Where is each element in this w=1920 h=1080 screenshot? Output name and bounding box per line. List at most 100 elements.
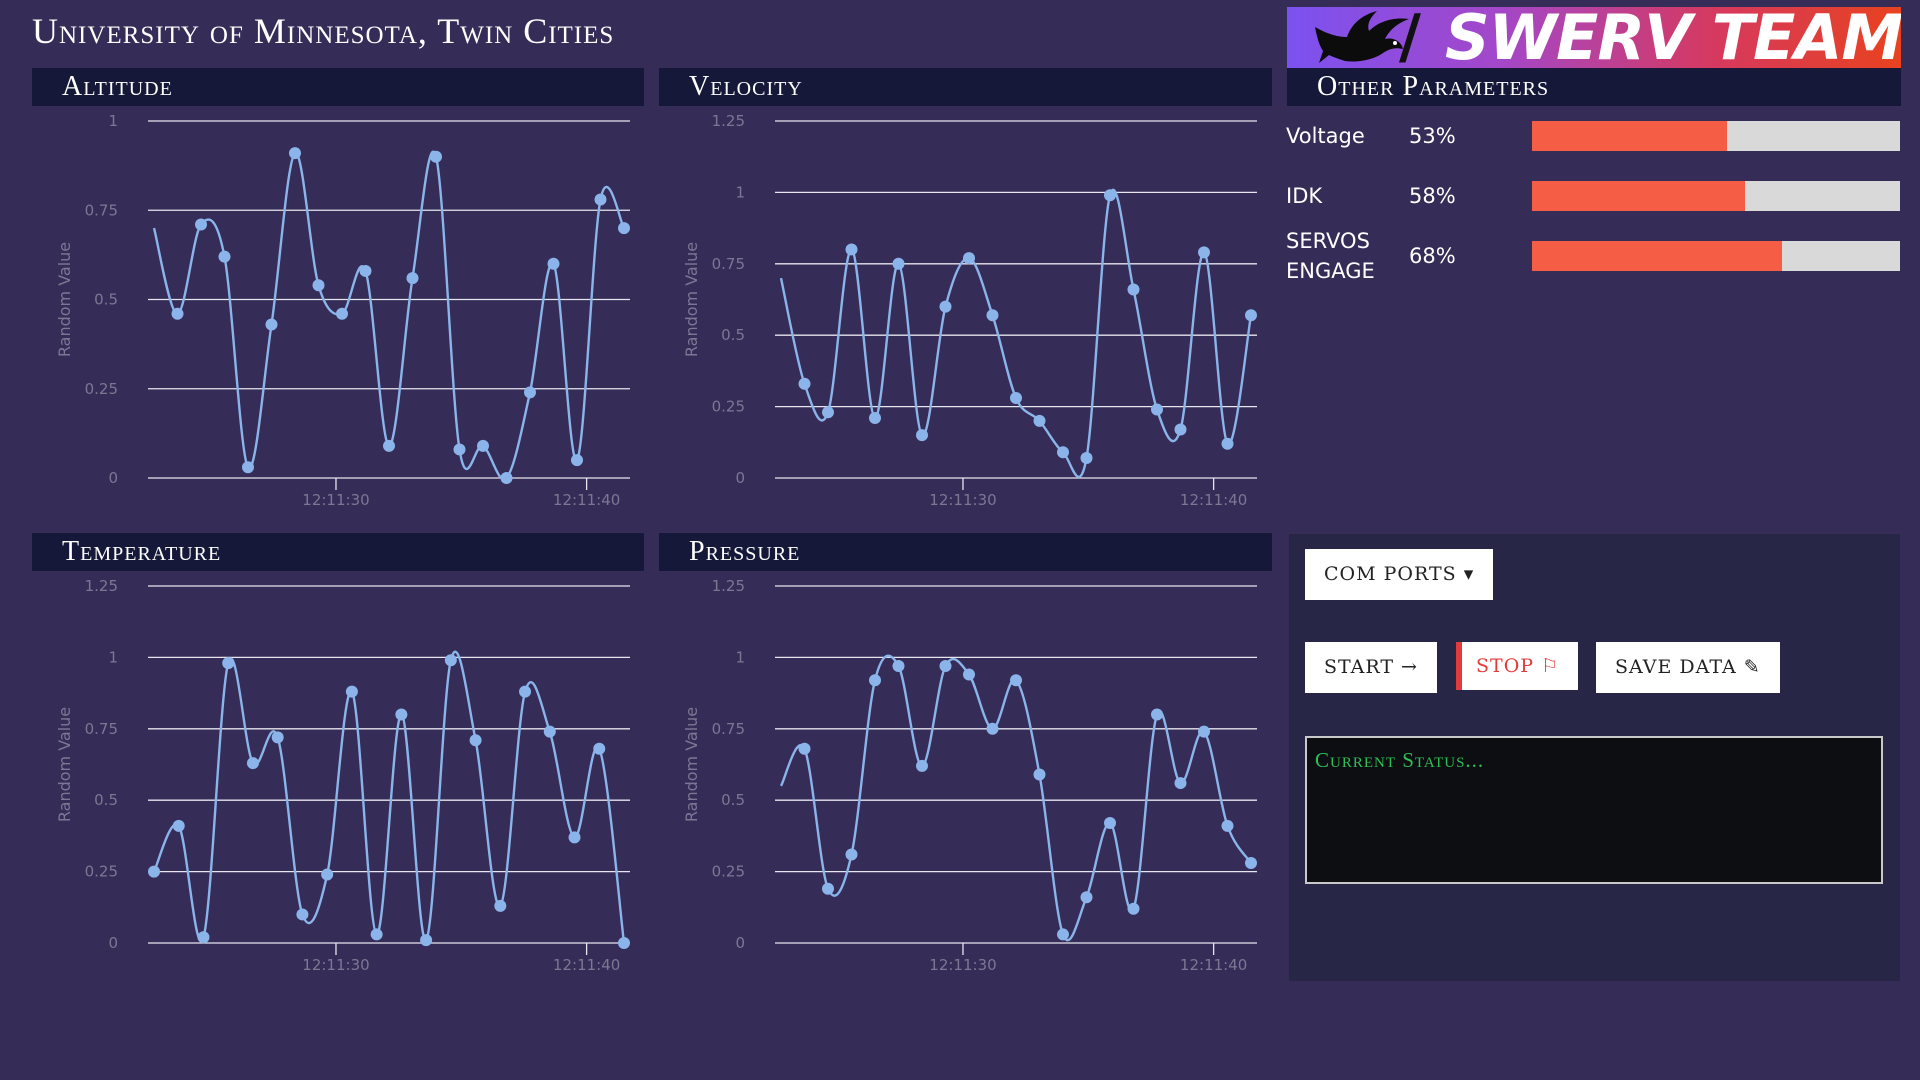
- data-point: [1151, 708, 1163, 721]
- data-point: [1245, 857, 1257, 870]
- x-tick-label: 12:11:30: [929, 956, 996, 974]
- data-point: [822, 882, 834, 895]
- data-point: [593, 742, 606, 755]
- data-point: [1198, 725, 1210, 738]
- data-point: [444, 654, 457, 667]
- y-tick-label: 0: [108, 469, 118, 487]
- control-panel: COM PORTS ▾ START → STOP ⚐ SAVE DATA ✎ C…: [1289, 534, 1900, 981]
- com-ports-label: COM PORTS: [1324, 563, 1457, 585]
- data-point: [395, 708, 408, 721]
- data-point: [892, 659, 905, 672]
- data-point: [453, 443, 466, 456]
- y-tick-label: 0.25: [712, 863, 745, 881]
- data-point: [1104, 189, 1116, 202]
- logo-banner: / SWERV TEAM: [1287, 7, 1901, 68]
- x-tick-label: 12:11:40: [1180, 491, 1247, 509]
- data-point: [420, 934, 433, 947]
- data-point: [798, 742, 811, 755]
- data-point: [469, 734, 482, 747]
- data-point: [571, 454, 583, 467]
- data-point: [519, 685, 532, 698]
- parameter-value: 68%: [1409, 244, 1456, 268]
- data-point: [500, 472, 513, 484]
- y-tick-label: 0.25: [85, 380, 118, 398]
- caret-down-icon: ▾: [1463, 563, 1475, 585]
- data-point: [430, 150, 442, 163]
- status-text: Current Status...: [1315, 748, 1485, 772]
- x-tick-label: 12:11:40: [553, 956, 620, 974]
- y-tick-label: 0.5: [94, 791, 118, 809]
- series-line: [152, 650, 626, 944]
- com-ports-dropdown[interactable]: COM PORTS ▾: [1305, 549, 1494, 600]
- series-line: [152, 150, 626, 481]
- parameter-label: SERVOS ENGAGE: [1286, 229, 1375, 283]
- data-point: [618, 222, 630, 235]
- parameter-bar-fill: [1532, 241, 1783, 271]
- data-point: [1127, 902, 1140, 915]
- data-point: [822, 406, 834, 419]
- data-point: [171, 307, 184, 320]
- parameter-bar-track: [1532, 241, 1900, 271]
- y-tick-label: 0: [108, 934, 118, 952]
- data-point: [892, 257, 905, 270]
- start-button[interactable]: START →: [1305, 642, 1437, 693]
- pencil-icon: ✎: [1743, 656, 1761, 678]
- data-point: [289, 147, 301, 160]
- save-data-label: SAVE DATA: [1615, 656, 1737, 678]
- data-point: [1174, 777, 1187, 790]
- data-point: [246, 757, 259, 770]
- y-tick-label: 0.5: [94, 291, 118, 309]
- y-tick-label: 0.25: [712, 398, 745, 416]
- start-label: START →: [1324, 656, 1418, 678]
- data-point: [1174, 423, 1187, 436]
- altitude-header: Altitude: [32, 68, 644, 106]
- y-tick-label: 0.75: [712, 255, 745, 273]
- data-point: [1057, 446, 1069, 459]
- y-tick-label: 0: [735, 934, 745, 952]
- data-point: [195, 218, 207, 231]
- data-point: [222, 657, 235, 670]
- data-point: [963, 668, 975, 681]
- x-tick-label: 12:11:30: [302, 956, 369, 974]
- data-point: [494, 899, 507, 912]
- y-tick-label: 0.5: [721, 791, 745, 809]
- parameter-bar-track: [1532, 181, 1900, 211]
- y-axis-title: Random Value: [682, 707, 701, 822]
- y-tick-label: 0: [735, 469, 745, 487]
- temperature-chart: Random Value 0 0.25 0.5 0.75 1 1.25 12:11:30 12:…: [55, 577, 630, 974]
- data-point: [1104, 817, 1116, 830]
- parameter-value: 53%: [1409, 124, 1456, 148]
- data-point: [1221, 819, 1234, 832]
- data-point: [568, 831, 581, 844]
- flag-icon: ⚐: [1541, 655, 1560, 677]
- data-point: [383, 439, 395, 452]
- data-point: [1010, 392, 1022, 405]
- save-data-button[interactable]: SAVE DATA ✎: [1596, 642, 1780, 693]
- y-axis-title: Random Value: [55, 242, 74, 357]
- data-point: [1221, 437, 1234, 450]
- status-console[interactable]: Current Status...: [1305, 736, 1883, 884]
- data-point: [916, 759, 928, 772]
- data-point: [242, 461, 254, 474]
- data-point: [939, 659, 952, 672]
- data-point: [1080, 452, 1093, 465]
- y-tick-label: 0.5: [721, 326, 745, 344]
- data-point: [172, 819, 185, 832]
- temperature-header: Temperature: [32, 533, 644, 571]
- data-point: [845, 848, 858, 861]
- y-axis-title: Random Value: [682, 242, 701, 357]
- data-point: [916, 429, 928, 442]
- parameter-bar-fill: [1532, 181, 1746, 211]
- pressure-chart: Random Value 0 0.25 0.5 0.75 1 1.25 12:11:30 12:…: [682, 577, 1257, 974]
- y-tick-label: 1: [735, 183, 745, 201]
- data-point: [296, 908, 309, 921]
- parameter-value: 58%: [1409, 184, 1456, 208]
- data-point: [869, 674, 881, 687]
- data-point: [197, 931, 210, 944]
- data-point: [986, 722, 999, 735]
- stop-button[interactable]: STOP ⚐: [1456, 642, 1579, 690]
- data-point: [1057, 928, 1069, 941]
- stop-label: STOP: [1476, 655, 1535, 677]
- data-point: [543, 725, 556, 738]
- data-point: [963, 252, 975, 265]
